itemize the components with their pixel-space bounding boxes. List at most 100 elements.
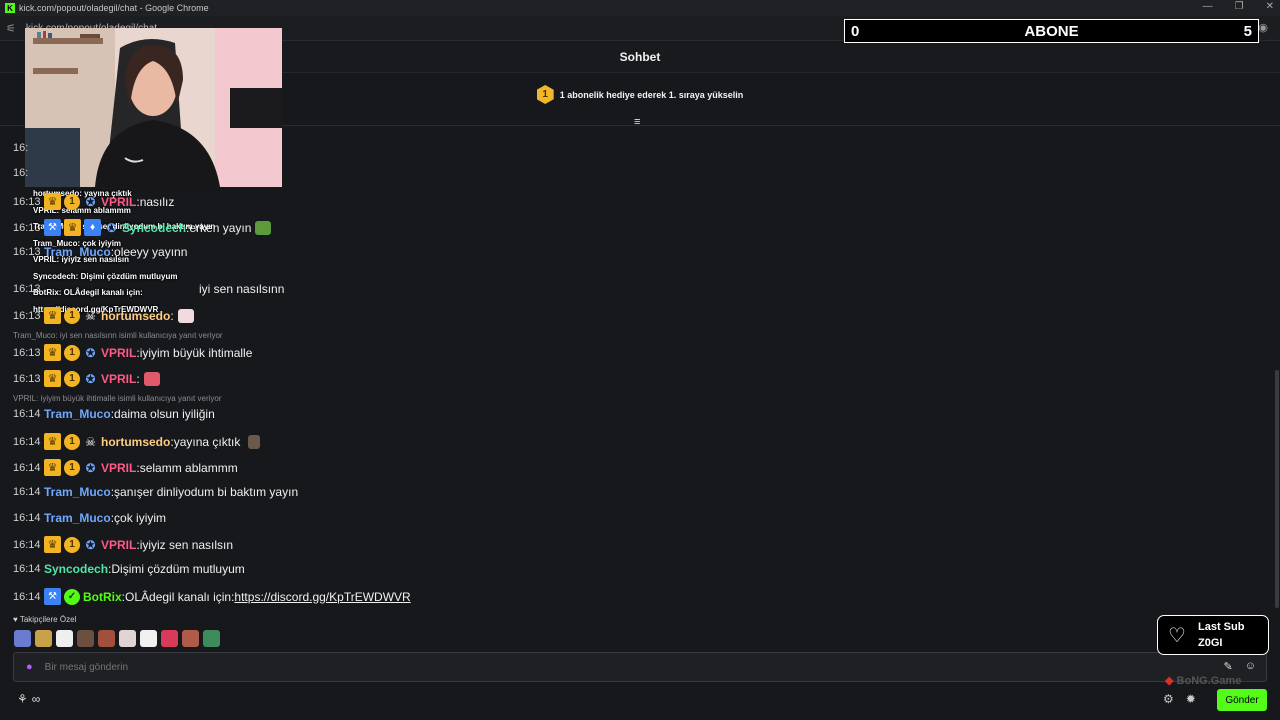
username[interactable]: VPRIL	[101, 346, 136, 360]
emote-icon[interactable]	[98, 630, 115, 647]
crown-badge-icon: ♛	[44, 433, 61, 450]
discord-link[interactable]: https://discord.gg/KpTrEWDWVR	[234, 590, 410, 604]
username[interactable]: Tram_Muco	[44, 407, 111, 421]
heart-icon: ♥	[13, 615, 18, 624]
message-text: yayına çıktık	[173, 434, 241, 449]
last-sub-name: Z0GI	[1198, 637, 1223, 649]
message-input[interactable]	[42, 660, 1147, 674]
message-text: OLÂdegil kanalı için:	[125, 589, 235, 604]
message-time: 16:14	[13, 408, 41, 420]
message-time: 16:14	[13, 461, 41, 474]
message-text: Dişimi çözdüm mutluyum	[111, 562, 245, 576]
message-text: iyi sen nasılsınn	[199, 282, 285, 296]
reply-context[interactable]: VPRIL: iyiyim büyük ihtimalle isimli kul…	[13, 394, 222, 403]
crown-badge-icon: ♛	[44, 370, 61, 387]
webcam-overlay	[25, 28, 282, 187]
emote-icon	[248, 434, 261, 449]
score-right: 5	[1243, 22, 1252, 40]
chat-filter-icon[interactable]: ≡	[634, 116, 640, 128]
chat-message: 16:14 Syncodech: Dişimi çözdüm mutluyum	[13, 562, 245, 576]
crown-badge-icon: ♛	[44, 344, 61, 361]
username[interactable]: Syncodech	[122, 221, 186, 235]
username[interactable]: Syncodech	[44, 562, 108, 576]
points-value: ∞	[31, 692, 41, 706]
send-button[interactable]: Gönder	[1217, 689, 1267, 711]
chat-message: 16:13 iyi sen nasılsınn	[13, 282, 284, 296]
username[interactable]: VPRIL	[101, 461, 136, 475]
microphone-icon[interactable]: ●	[26, 661, 33, 673]
crown-badge-icon: ♛	[44, 307, 61, 324]
emote-icon[interactable]	[56, 630, 73, 647]
reply-context[interactable]: Tram_Muco: iyi sen nasılsınn isimli kull…	[13, 331, 223, 340]
message-time: 16:14	[13, 435, 41, 448]
sub-badge-icon: 1	[64, 459, 80, 476]
gear-icon[interactable]: ⚙	[1163, 692, 1174, 706]
sub-badge-icon: 1	[64, 370, 80, 387]
gifter-badge-icon: ✪	[85, 460, 96, 475]
sub-badge-icon: 1	[64, 193, 80, 210]
heart-icon: ♡	[1168, 624, 1186, 647]
username[interactable]: Tram_Muco	[44, 245, 111, 259]
input-actions: ✎ ☺	[1224, 660, 1256, 673]
sub-badge-icon: 1	[64, 344, 80, 361]
emote-icon[interactable]	[14, 630, 31, 647]
username[interactable]: Tram_Muco	[44, 511, 111, 525]
restore-icon[interactable]: ❐	[1235, 1, 1244, 12]
chat-message: 16:14 ⚒ ✓ BotRix: OLÂdegil kanalı için: …	[13, 588, 411, 605]
verified-badge-icon: ✓	[64, 588, 80, 605]
message-time: 16:14	[13, 563, 41, 575]
window-controls: — ❐ ✕	[1203, 1, 1274, 12]
site-settings-icon[interactable]: ⚟	[6, 22, 16, 35]
emote-icon[interactable]	[35, 630, 52, 647]
footer-points[interactable]: ⚘ ∞	[17, 692, 40, 706]
score-left: 0	[851, 22, 860, 40]
username[interactable]: hortumsedo	[101, 435, 170, 449]
chat-message: 16:13 Tram_Muco: oleeyy yayınn	[13, 245, 188, 259]
brand-logo-icon: ◆	[1165, 675, 1174, 687]
eye-off-icon[interactable]: ◉	[1258, 21, 1268, 34]
emote-picker-icon[interactable]: ☺	[1245, 660, 1256, 673]
message-text: selamm ablammm	[139, 460, 238, 475]
message-time: 16:14	[13, 512, 41, 524]
follower-emotes-label: ♥ Takipçilere Özel	[13, 615, 77, 624]
sub-badge-icon: 1	[64, 433, 80, 450]
emote-icon[interactable]	[119, 630, 136, 647]
message-text: erken yayın	[189, 220, 252, 235]
last-sub-title: Last Sub	[1198, 621, 1245, 633]
username[interactable]: VPRIL	[101, 195, 136, 209]
points-icon: ⚘	[17, 692, 28, 706]
emote-icon[interactable]	[140, 630, 157, 647]
message-input-box[interactable]: ● ✎ ☺	[13, 652, 1267, 682]
chat-message: 16:13 ♛ 1 ☠ hortumsedo:	[13, 307, 194, 324]
close-icon[interactable]: ✕	[1266, 1, 1274, 12]
webcam-image	[25, 28, 282, 187]
emote-icon[interactable]	[203, 630, 220, 647]
translate-icon[interactable]: ✎	[1224, 660, 1233, 673]
emote-icon[interactable]	[77, 630, 94, 647]
emote-icon[interactable]	[161, 630, 178, 647]
moderator-badge-icon: ⚒	[44, 588, 61, 605]
message-time: 16:13	[13, 346, 41, 359]
message-time: 16:14	[13, 486, 41, 498]
username[interactable]: Tram_Muco	[44, 485, 111, 499]
gifter-badge-icon: ✪	[106, 220, 117, 235]
message-time: 16:13	[13, 195, 41, 208]
username[interactable]: BotRix	[83, 590, 122, 604]
chat-message: 16:14 Tram_Muco: şanışer dinliyodum bi b…	[13, 485, 299, 499]
message-text: oleeyy yayınn	[114, 245, 188, 259]
username[interactable]: VPRIL	[101, 372, 136, 386]
emote-icon	[255, 220, 272, 235]
message-time: 16:13	[13, 372, 41, 385]
message-time: 16:13	[13, 246, 41, 258]
chat-scrollbar[interactable]	[1275, 370, 1279, 608]
brand-watermark: ◆ BoNG.Game	[1165, 675, 1242, 687]
badge-settings-icon[interactable]: ✹	[1186, 692, 1196, 706]
emote-icon[interactable]	[182, 630, 199, 647]
gifter-badge-icon: ✪	[85, 371, 96, 386]
message-text: daima olsun iyiliğin	[114, 407, 215, 421]
username[interactable]: VPRIL	[101, 538, 136, 552]
username[interactable]: hortumsedo	[101, 309, 170, 323]
crown-badge-icon: ♛	[44, 193, 61, 210]
crown-badge-icon: ♛	[64, 219, 81, 236]
minimize-icon[interactable]: —	[1203, 1, 1213, 12]
